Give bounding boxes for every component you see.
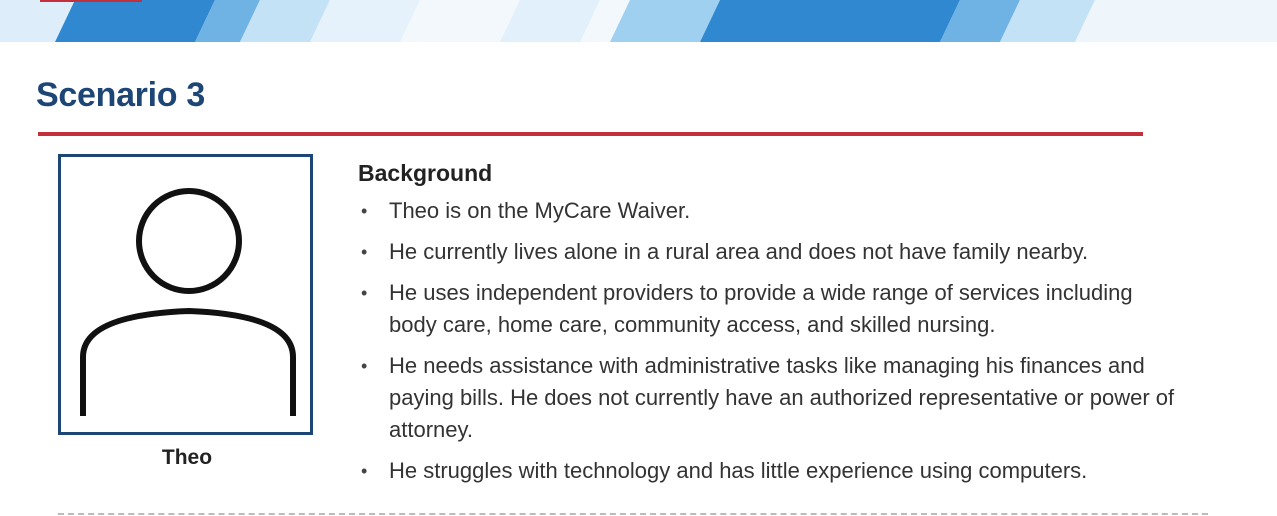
list-item: • He needs assistance with administrative… [358,350,1189,446]
list-item: • He uses independent providers to provid… [358,277,1149,341]
header-banner [0,0,1277,42]
banner-stripes [0,0,1277,42]
background-heading: Background [358,160,493,186]
list-item: • He currently lives alone in a rural are… [358,236,1178,268]
list-item: • Theo is on the MyCare Waiver. [358,195,1178,227]
bullet-icon: • [361,356,368,376]
person-icon [80,188,296,416]
page-title: Scenario 3 [36,76,205,114]
background-section: Background • Theo is on the MyCare Waiver… [358,160,1178,496]
background-list: • Theo is on the MyCare Waiver. • He curre… [358,195,1178,487]
title-divider [38,132,1143,136]
avatar-frame [58,154,313,435]
bullet-icon: • [361,461,368,481]
bullet-icon: • [361,283,368,303]
banner-accent [40,0,142,2]
bullet-icon: • [361,242,368,262]
section-divider [58,513,1208,515]
avatar-name: Theo [161,446,213,469]
bullet-icon: • [361,201,368,221]
list-item: • He struggles with technology and has li… [358,455,1178,487]
